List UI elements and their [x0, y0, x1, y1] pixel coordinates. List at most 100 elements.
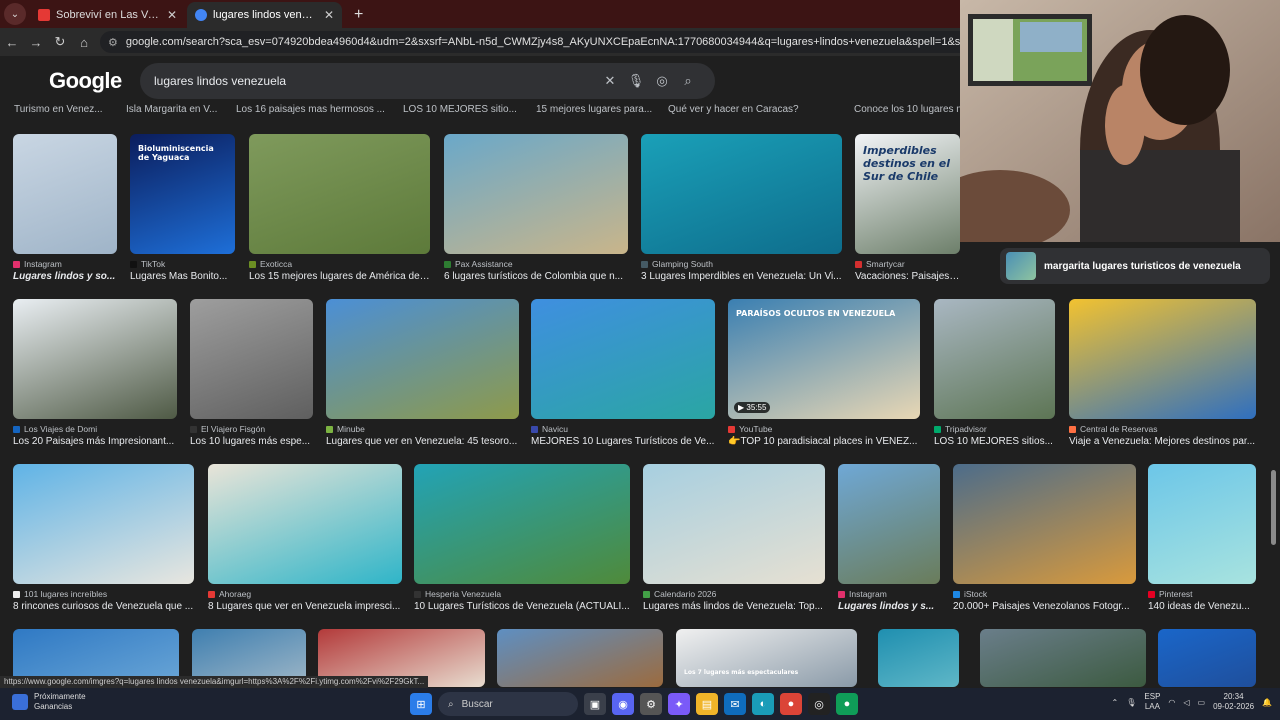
image-result[interactable]: Exoticca Los 15 mejores lugares de Améric…	[249, 134, 430, 290]
result-thumbnail[interactable]	[444, 134, 628, 254]
result-source[interactable]: Ahoraeg	[208, 589, 402, 599]
microphone-icon[interactable]: 🎙	[1126, 698, 1136, 707]
result-source[interactable]: Smartycar	[855, 259, 960, 269]
result-source[interactable]: Tripadvisor	[934, 424, 1055, 434]
result-title[interactable]: 20.000+ Paisajes Venezolanos Fotogr...	[953, 601, 1136, 612]
image-result[interactable]: Imperdibles destinos en el Sur de Chile S…	[855, 134, 960, 290]
result-title[interactable]: Los 20 Paisajes más Impresionant...	[13, 436, 177, 447]
result-thumbnail[interactable]	[531, 299, 715, 419]
image-result[interactable]: Instagram Lugares lindos y s...	[838, 464, 940, 620]
image-result[interactable]	[878, 629, 959, 687]
result-source[interactable]: YouTube	[728, 424, 920, 434]
result-thumbnail[interactable]	[934, 299, 1055, 419]
result-source[interactable]: Los Viajes de Domi	[13, 424, 177, 434]
volume-icon[interactable]: ◁	[1183, 698, 1189, 707]
result-thumbnail[interactable]	[1158, 629, 1256, 687]
image-result[interactable]: Calendario 2026 Lugares más lindos de Ven…	[643, 464, 825, 620]
result-source[interactable]: Pinterest	[1148, 589, 1256, 599]
file-explorer-icon[interactable]: ▤	[696, 693, 718, 715]
image-result[interactable]: PARAÍSOS OCULTOS EN VENEZUELA ▶ 35:55 YouT…	[728, 299, 920, 455]
result-source[interactable]: iStock	[953, 589, 1136, 599]
result-title[interactable]: 3 Lugares Imperdibles en Venezuela: Un V…	[641, 271, 842, 282]
image-result[interactable]: Ahoraeg 8 Lugares que ver en Venezuela im…	[208, 464, 402, 620]
result-title[interactable]: 8 rincones curiosos de Venezuela que ...	[13, 601, 194, 612]
image-result[interactable]: Los Viajes de Domi Los 20 Paisajes más Im…	[13, 299, 177, 455]
start-menu-icon[interactable]: ⊞	[410, 693, 432, 715]
result-thumbnail[interactable]	[1069, 299, 1256, 419]
image-result[interactable]: Navicu MEJORES 10 Lugares Turísticos de V…	[531, 299, 715, 455]
image-result[interactable]: Instagram Lugares lindos y so...	[13, 134, 117, 290]
result-source[interactable]: Pax Assistance	[444, 259, 628, 269]
result-thumbnail[interactable]	[249, 134, 430, 254]
result-title[interactable]: Viaje a Venezuela: Mejores destinos par.…	[1069, 436, 1256, 447]
result-thumbnail[interactable]	[497, 629, 663, 687]
chrome-profile-icon[interactable]: ●	[836, 693, 858, 715]
result-thumbnail[interactable]: PARAÍSOS OCULTOS EN VENEZUELA ▶ 35:55	[728, 299, 920, 419]
settings-icon[interactable]: ⚙	[640, 693, 662, 715]
result-title[interactable]: 140 ideas de Venezu...	[1148, 601, 1256, 612]
result-title[interactable]: 8 Lugares que ver en Venezuela impresci.…	[208, 601, 402, 612]
result-source[interactable]: Glamping South	[641, 259, 842, 269]
clock[interactable]: 20:34 09-02-2026	[1213, 692, 1254, 712]
result-source[interactable]: Calendario 2026	[643, 589, 825, 599]
image-result[interactable]: Pinterest 140 ideas de Venezu...	[1148, 464, 1256, 620]
image-result[interactable]: 101 lugares increíbles 8 rincones curioso…	[13, 464, 194, 620]
result-thumbnail[interactable]	[953, 464, 1136, 584]
result-title[interactable]: Lugares más lindos de Venezuela: Top...	[643, 601, 825, 612]
result-title[interactable]: Los 10 lugares más espe...	[190, 436, 313, 447]
image-result[interactable]	[980, 629, 1146, 687]
image-result[interactable]: Bioluminiscencia de Yaguaca TikTok Lugares…	[130, 134, 235, 290]
wifi-icon[interactable]: ◠	[1168, 698, 1175, 707]
image-result[interactable]: Central de Reservas Viaje a Venezuela: Me…	[1069, 299, 1256, 455]
result-thumbnail[interactable]	[838, 464, 940, 584]
battery-icon[interactable]: ▭	[1198, 698, 1206, 707]
notifications-icon[interactable]: 🔔	[1262, 698, 1272, 707]
result-title[interactable]: 10 Lugares Turísticos de Venezuela (ACTU…	[414, 601, 630, 612]
image-result[interactable]: Glamping South 3 Lugares Imperdibles en V…	[641, 134, 842, 290]
result-title[interactable]: LOS 10 MEJORES sitios...	[934, 436, 1055, 447]
taskbar-search[interactable]: ⌕ Buscar	[438, 692, 578, 716]
result-title[interactable]: Vacaciones: Paisajes del S...	[855, 271, 960, 282]
result-thumbnail[interactable]	[13, 299, 177, 419]
result-thumbnail[interactable]: Bioluminiscencia de Yaguaca	[130, 134, 235, 254]
outlook-icon[interactable]: ✉	[724, 693, 746, 715]
result-title[interactable]: MEJORES 10 Lugares Turísticos de Ve...	[531, 436, 715, 447]
edge-icon[interactable]: ◐	[752, 693, 774, 715]
result-thumbnail[interactable]	[414, 464, 630, 584]
result-source[interactable]: TikTok	[130, 259, 235, 269]
chrome-icon[interactable]: ●	[780, 693, 802, 715]
result-source[interactable]: Hesperia Venezuela	[414, 589, 630, 599]
result-thumbnail[interactable]	[1148, 464, 1256, 584]
result-title[interactable]: 👉TOP 10 paradisiacal places in VENEZ...	[728, 436, 920, 447]
obs-icon[interactable]: ◎	[808, 693, 830, 715]
result-source[interactable]: Exoticca	[249, 259, 430, 269]
result-thumbnail[interactable]	[13, 464, 194, 584]
result-source[interactable]: El Viajero Fisgón	[190, 424, 313, 434]
scrollbar[interactable]	[1271, 470, 1276, 545]
result-title[interactable]: 6 lugares turísticos de Colombia que n..…	[444, 271, 628, 282]
result-thumbnail[interactable]	[326, 299, 519, 419]
result-source[interactable]: 101 lugares increíbles	[13, 589, 194, 599]
image-result[interactable]	[1158, 629, 1256, 687]
result-thumbnail[interactable]	[643, 464, 825, 584]
result-source[interactable]: Minube	[326, 424, 519, 434]
related-search-card[interactable]: margarita lugares turisticos de venezuel…	[1000, 248, 1270, 284]
result-thumbnail[interactable]	[13, 134, 117, 254]
result-source[interactable]: Central de Reservas	[1069, 424, 1256, 434]
result-thumbnail[interactable]: Imperdibles destinos en el Sur de Chile	[855, 134, 960, 254]
result-thumbnail[interactable]	[190, 299, 313, 419]
result-title[interactable]: Los 15 mejores lugares de América del...	[249, 271, 430, 282]
image-result[interactable]: Minube Lugares que ver en Venezuela: 45 t…	[326, 299, 519, 455]
result-title[interactable]: Lugares lindos y so...	[13, 271, 117, 282]
result-thumbnail[interactable]	[980, 629, 1146, 687]
image-result[interactable]: Pax Assistance 6 lugares turísticos de Co…	[444, 134, 628, 290]
result-title[interactable]: Lugares que ver en Venezuela: 45 tesoro.…	[326, 436, 519, 447]
image-result[interactable]: iStock 20.000+ Paisajes Venezolanos Fotog…	[953, 464, 1136, 620]
result-thumbnail[interactable]	[208, 464, 402, 584]
discord-icon[interactable]: ◉	[612, 693, 634, 715]
task-view-icon[interactable]: ▣	[584, 693, 606, 715]
result-source[interactable]: Navicu	[531, 424, 715, 434]
result-thumbnail[interactable]	[641, 134, 842, 254]
image-result[interactable]	[497, 629, 663, 687]
result-source[interactable]: Instagram	[13, 259, 117, 269]
